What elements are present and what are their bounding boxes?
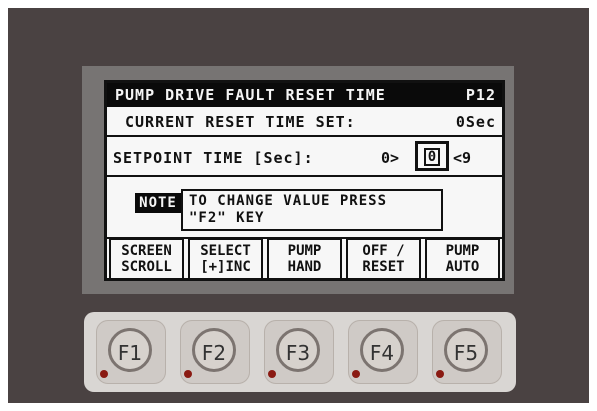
f4-key[interactable]: F4 xyxy=(348,320,418,384)
softkey-pump-auto[interactable]: PUMP AUTO xyxy=(425,238,500,278)
f2-key[interactable]: F2 xyxy=(180,320,250,384)
setpoint-input[interactable]: 0 xyxy=(415,141,449,171)
f5-key-label: F5 xyxy=(444,328,488,372)
softkey-label: PUMP xyxy=(287,243,322,259)
f4-key-label: F4 xyxy=(360,328,404,372)
led-indicator-icon xyxy=(352,370,360,378)
f3-key[interactable]: F3 xyxy=(264,320,334,384)
f2-key-label: F2 xyxy=(192,328,236,372)
screen-title: PUMP DRIVE FAULT RESET TIME xyxy=(115,86,386,104)
page-number: P12 xyxy=(465,86,496,104)
softkey-label: OFF / xyxy=(362,243,405,259)
title-bar: PUMP DRIVE FAULT RESET TIME P12 xyxy=(107,83,502,107)
softkey-label: HAND xyxy=(287,259,322,275)
divider xyxy=(107,175,502,177)
f5-key[interactable]: F5 xyxy=(432,320,502,384)
led-indicator-icon xyxy=(184,370,192,378)
function-keypad: F1 F2 F3 F4 F5 xyxy=(84,312,516,392)
softkey-off-reset[interactable]: OFF / RESET xyxy=(346,238,421,278)
softkey-screen-scroll[interactable]: SCREEN SCROLL xyxy=(109,238,184,278)
lcd-screen: PUMP DRIVE FAULT RESET TIME P12 CURRENT … xyxy=(104,80,505,281)
softkey-label: RESET xyxy=(362,259,405,275)
note-line-2: "F2" KEY xyxy=(189,210,265,226)
softkey-pump-hand[interactable]: PUMP HAND xyxy=(267,238,342,278)
f1-key[interactable]: F1 xyxy=(96,320,166,384)
setpoint-label: SETPOINT TIME [Sec]: xyxy=(113,149,314,167)
setpoint-value: 0 xyxy=(424,148,440,166)
note-line-1: TO CHANGE VALUE PRESS xyxy=(189,193,388,209)
note-message: TO CHANGE VALUE PRESS "F2" KEY xyxy=(181,189,443,231)
note-tag: NOTE xyxy=(135,193,181,213)
softkey-select-inc[interactable]: SELECT [+]INC xyxy=(188,238,263,278)
softkey-label: SCROLL xyxy=(121,259,172,275)
divider xyxy=(107,135,502,137)
led-indicator-icon xyxy=(268,370,276,378)
setpoint-max: <9 xyxy=(453,149,472,167)
f3-key-label: F3 xyxy=(276,328,320,372)
f1-key-label: F1 xyxy=(108,328,152,372)
softkey-label: SELECT xyxy=(200,243,251,259)
current-reset-label: CURRENT RESET TIME SET: xyxy=(125,113,356,131)
softkey-label: SCREEN xyxy=(121,243,172,259)
current-reset-value: 0Sec xyxy=(455,113,496,131)
led-indicator-icon xyxy=(100,370,108,378)
softkey-label: [+]INC xyxy=(200,259,251,275)
softkey-label: AUTO xyxy=(445,259,480,275)
led-indicator-icon xyxy=(436,370,444,378)
softkey-bar: SCREEN SCROLL SELECT [+]INC PUMP HAND OF… xyxy=(107,238,502,278)
setpoint-min: 0> xyxy=(381,149,400,167)
softkey-label: PUMP xyxy=(445,243,480,259)
